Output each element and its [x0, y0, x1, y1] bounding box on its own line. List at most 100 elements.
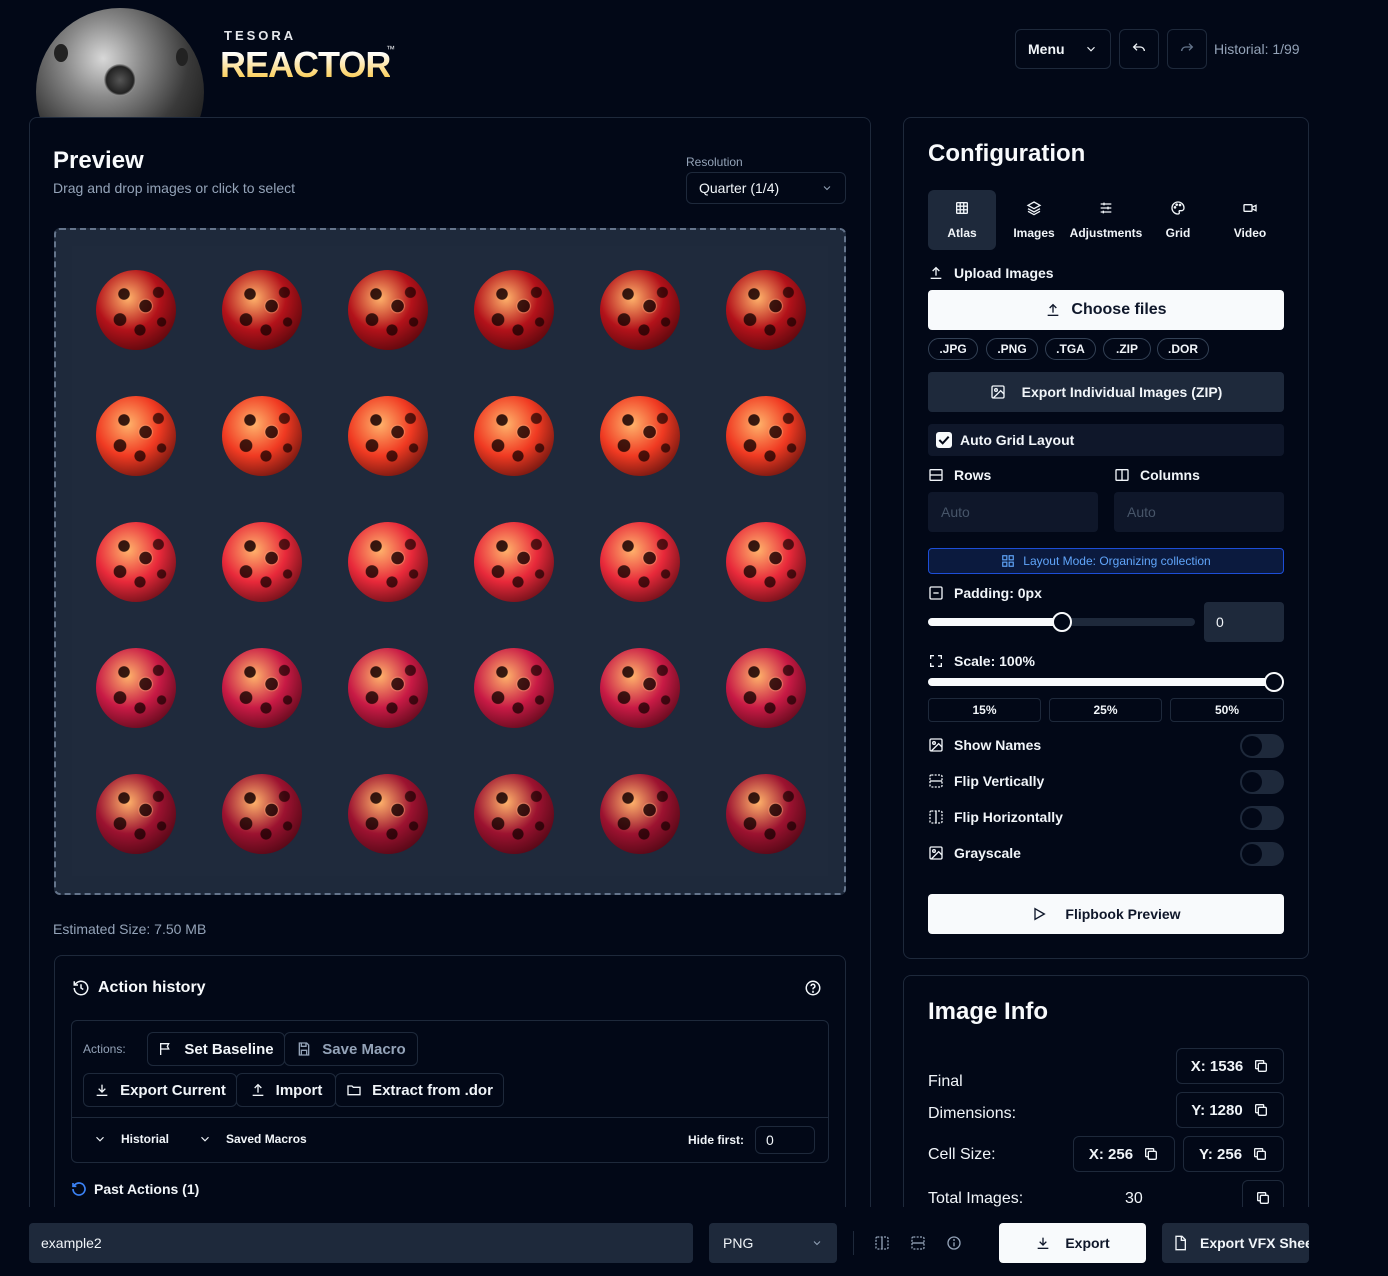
brand-top: TESORA: [224, 28, 297, 43]
cell-y-chip[interactable]: Y: 256: [1183, 1136, 1284, 1172]
scale-preset-25[interactable]: 25%: [1049, 698, 1162, 722]
scale-slider-thumb[interactable]: [1264, 672, 1284, 692]
undo-button[interactable]: [1119, 29, 1159, 69]
auto-grid-checkbox[interactable]: [936, 432, 952, 448]
flip-horizontally-toggle[interactable]: [1240, 806, 1284, 830]
atlas-sprite: [600, 270, 680, 350]
format-value: PNG: [723, 1235, 754, 1251]
video-icon: [1242, 200, 1258, 216]
format-badge-jpg: .JPG: [928, 338, 978, 360]
chevron-down-icon: [821, 182, 833, 194]
saved-macros-toggle[interactable]: Saved Macros: [198, 1132, 307, 1146]
choose-files-button[interactable]: Choose files: [928, 290, 1284, 330]
export-vfx-button[interactable]: Export VFX Sheet: [1162, 1223, 1309, 1263]
menu-button[interactable]: Menu: [1015, 29, 1111, 69]
tab-grid[interactable]: Grid: [1144, 190, 1212, 250]
chevron-down-icon: [93, 1132, 107, 1146]
final-y-chip[interactable]: Y: 1280: [1176, 1092, 1284, 1128]
layers-icon: [1026, 200, 1042, 216]
tab-images-label: Images: [1013, 226, 1055, 240]
export-current-button[interactable]: Export Current: [83, 1073, 237, 1107]
format-badge-dor: .DOR: [1157, 338, 1209, 360]
resolution-value: Quarter (1/4): [699, 180, 780, 196]
tab-images[interactable]: Images: [1000, 190, 1068, 250]
drop-zone[interactable]: [54, 228, 846, 895]
copy-icon: [1255, 1190, 1271, 1206]
footer-divider: [853, 1231, 854, 1255]
scale-preset-15[interactable]: 15%: [928, 698, 1041, 722]
historial-toggle[interactable]: Historial: [93, 1132, 169, 1146]
atlas-sprite: [726, 522, 806, 602]
padding-input[interactable]: 0: [1204, 602, 1284, 642]
columns-input[interactable]: Auto: [1114, 492, 1284, 532]
download-icon: [94, 1082, 110, 1098]
menu-label: Menu: [1028, 41, 1065, 57]
total-images-value: 30: [1125, 1190, 1143, 1207]
columns-text: Columns: [1140, 467, 1200, 483]
atlas-sprite: [348, 522, 428, 602]
columns-label: Columns: [1114, 467, 1200, 483]
info-icon: [946, 1235, 962, 1251]
set-baseline-button[interactable]: Set Baseline: [147, 1032, 285, 1066]
tab-atlas-label: Atlas: [947, 226, 977, 240]
flip-vertically-label: Flip Vertically: [928, 773, 1044, 789]
cell-size-label: Cell Size:: [928, 1146, 996, 1163]
tab-adjustments[interactable]: Adjustments: [1070, 190, 1142, 250]
flip-vertically-toggle[interactable]: [1240, 770, 1284, 794]
save-macro-label: Save Macro: [322, 1040, 406, 1058]
play-icon: [1031, 906, 1047, 922]
atlas-sprite: [96, 396, 176, 476]
final-x-value: X: 1536: [1190, 1057, 1244, 1075]
format-select[interactable]: PNG: [709, 1223, 837, 1263]
file-icon: [1172, 1235, 1188, 1251]
padding-slider-thumb[interactable]: [1051, 612, 1072, 632]
tab-video[interactable]: Video: [1216, 190, 1284, 250]
refresh-icon: [71, 1181, 87, 1197]
cell-y-value: Y: 256: [1198, 1145, 1243, 1163]
flip-horizontal-quick-button[interactable]: [874, 1235, 890, 1251]
export-vfx-label: Export VFX Sheet: [1200, 1235, 1309, 1251]
historial-label: Historial: [121, 1132, 170, 1146]
scale-preset-50[interactable]: 50%: [1170, 698, 1284, 722]
info-quick-button[interactable]: [946, 1235, 962, 1251]
flip-vertical-quick-button[interactable]: [910, 1235, 926, 1251]
padding-slider[interactable]: [928, 612, 1195, 632]
import-button[interactable]: Import: [236, 1073, 336, 1107]
atlas-sprite: [474, 270, 554, 350]
export-zip-button[interactable]: Export Individual Images (ZIP): [928, 372, 1284, 412]
flip-horizontal-icon: [928, 809, 944, 825]
auto-grid-label: Auto Grid Layout: [960, 432, 1075, 448]
scale-slider[interactable]: [928, 672, 1284, 692]
preview-title: Preview: [53, 147, 144, 174]
config-title: Configuration: [928, 140, 1086, 167]
grayscale-label: Grayscale: [928, 845, 1021, 861]
brand-tm: ™: [386, 44, 395, 54]
export-button[interactable]: Export: [999, 1223, 1146, 1263]
resolution-select[interactable]: Quarter (1/4): [686, 172, 846, 204]
rows-input[interactable]: Auto: [928, 492, 1098, 532]
hide-first-input[interactable]: 0: [755, 1126, 815, 1154]
extract-button[interactable]: Extract from .dor: [335, 1073, 504, 1107]
tab-atlas[interactable]: Atlas: [928, 190, 996, 250]
filename-input[interactable]: example2: [29, 1223, 693, 1263]
atlas-sprite: [348, 648, 428, 728]
atlas-sprite: [726, 648, 806, 728]
atlas-sprite: [222, 774, 302, 854]
final-x-chip[interactable]: X: 1536: [1176, 1048, 1284, 1084]
save-macro-button[interactable]: Save Macro: [284, 1032, 418, 1066]
redo-icon: [1179, 41, 1195, 57]
layout-mode-text: Layout Mode: Organizing collection: [1023, 554, 1211, 568]
redo-button[interactable]: [1167, 29, 1207, 69]
grayscale-toggle[interactable]: [1240, 842, 1284, 866]
past-actions[interactable]: Past Actions (1): [94, 1181, 199, 1197]
tab-video-label: Video: [1233, 226, 1267, 240]
cell-x-chip[interactable]: X: 256: [1073, 1136, 1175, 1172]
atlas-sprite: [474, 774, 554, 854]
flipbook-button[interactable]: Flipbook Preview: [928, 894, 1284, 934]
show-names-toggle[interactable]: [1240, 734, 1284, 758]
total-images-label: Total Images:: [928, 1190, 1024, 1207]
padding-text: Padding: 0px: [954, 585, 1042, 601]
export-zip-label: Export Individual Images (ZIP): [1021, 384, 1223, 400]
atlas-sprite: [96, 522, 176, 602]
help-icon[interactable]: [804, 979, 822, 997]
